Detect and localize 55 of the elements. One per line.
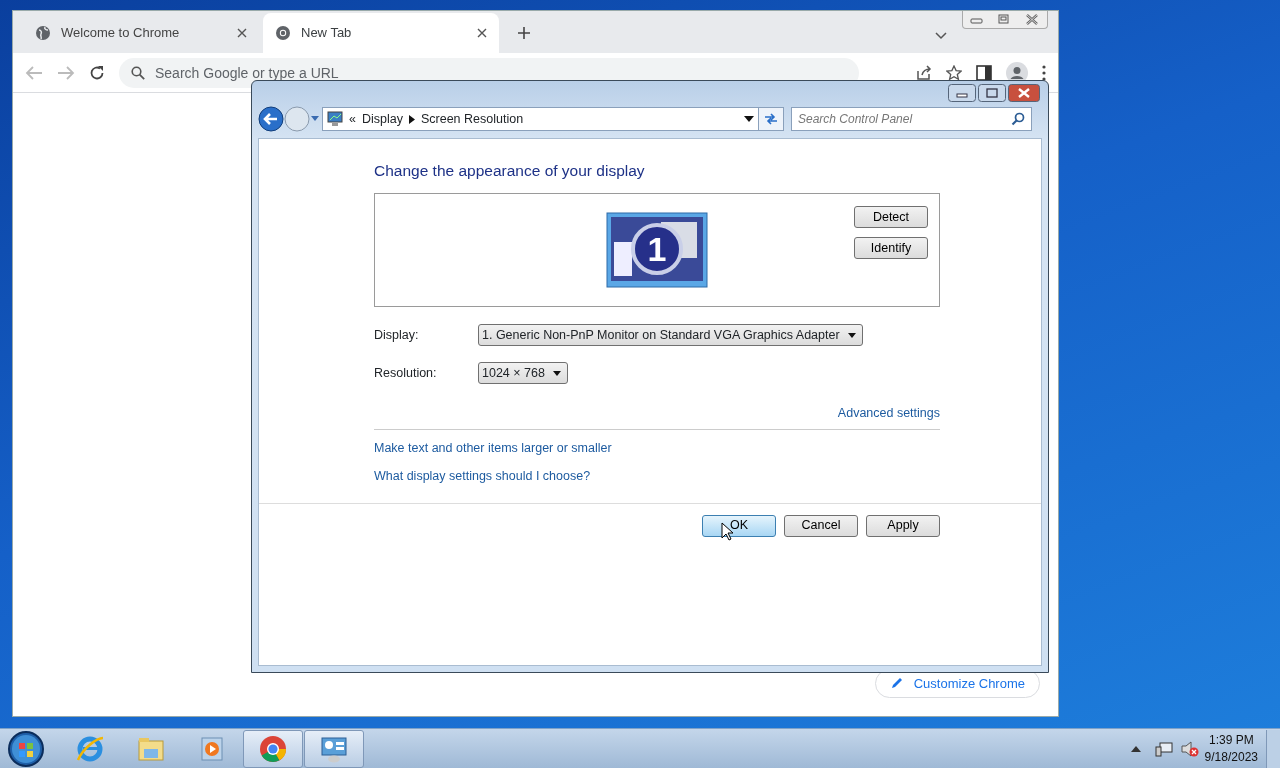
search-field[interactable]: Search Control Panel xyxy=(791,107,1032,131)
start-button-icon[interactable] xyxy=(6,729,46,768)
cancel-button[interactable]: Cancel xyxy=(784,514,858,537)
identify-button[interactable]: Identify xyxy=(854,237,928,260)
resolution-dropdown[interactable]: 1024 × 768 xyxy=(478,362,568,385)
dropdown-arrow-icon xyxy=(552,370,561,376)
field-label: Display: xyxy=(374,326,420,344)
page-heading: Change the appearance of your display xyxy=(374,161,646,181)
help-link[interactable]: Make text and other items larger or smaller xyxy=(374,439,612,458)
star-icon[interactable] xyxy=(946,64,962,81)
chrome-logo-icon xyxy=(275,25,291,41)
breadcrumb-overflow[interactable]: « xyxy=(349,109,356,129)
detect-button[interactable]: Detect xyxy=(854,206,928,229)
help-link[interactable]: What display settings should I choose? xyxy=(374,466,591,486)
clock[interactable]: 1:39 PM 9/18/2023 xyxy=(1204,731,1258,766)
display-dropdown[interactable]: 1. Generic Non-PnP Monitor on Standard VGA Graphics Adapter xyxy=(478,324,863,347)
share-icon[interactable] xyxy=(916,64,932,81)
menu-icon[interactable] xyxy=(1042,64,1046,81)
muted-speaker-icon[interactable] xyxy=(1180,740,1199,757)
close-icon[interactable] xyxy=(237,28,247,38)
tab-title: New Tab xyxy=(301,24,353,43)
breadcrumb-item[interactable]: Display xyxy=(361,109,403,129)
search-icon xyxy=(131,65,145,80)
search-icon xyxy=(1011,112,1025,126)
browser-tab[interactable]: Welcome to Chrome xyxy=(23,13,259,53)
chevron-right-icon xyxy=(408,114,415,124)
refresh-button[interactable] xyxy=(759,107,784,131)
tab-title: Welcome to Chrome xyxy=(61,24,181,43)
show-hidden-icons-icon[interactable] xyxy=(1130,745,1141,752)
dropdown-arrow-icon[interactable] xyxy=(744,116,754,122)
globe-icon xyxy=(35,25,51,41)
maximize-icon[interactable] xyxy=(978,84,1006,102)
taskbar-button[interactable] xyxy=(243,729,303,768)
breadcrumb-bar[interactable]: « Display Screen Resolution xyxy=(322,107,759,131)
breadcrumb-item[interactable]: Screen Resolution xyxy=(420,109,524,129)
side-panel-icon[interactable] xyxy=(976,64,992,81)
browser-tab[interactable]: New Tab xyxy=(263,13,499,53)
reload-icon[interactable] xyxy=(89,64,105,81)
monitor-drawing[interactable]: 1 xyxy=(606,212,708,289)
back-icon[interactable] xyxy=(258,106,284,132)
refresh-icon xyxy=(763,112,779,126)
dropdown-arrow-icon xyxy=(847,332,856,338)
pencil-icon xyxy=(889,676,904,691)
minimize-icon[interactable] xyxy=(948,84,976,102)
field-label: Resolution: xyxy=(374,364,438,382)
monitor-icon xyxy=(327,111,343,127)
apply-button[interactable]: Apply xyxy=(866,514,940,537)
taskbar-button[interactable] xyxy=(304,729,364,768)
chevron-down-icon[interactable] xyxy=(935,32,947,40)
close-icon[interactable] xyxy=(1008,84,1040,102)
network-icon[interactable] xyxy=(1154,740,1173,757)
new-tab-icon[interactable] xyxy=(517,26,531,40)
chrome-logo-icon xyxy=(258,733,288,764)
advanced-settings-link[interactable]: Advanced settings xyxy=(837,404,940,423)
close-icon[interactable] xyxy=(477,28,487,38)
